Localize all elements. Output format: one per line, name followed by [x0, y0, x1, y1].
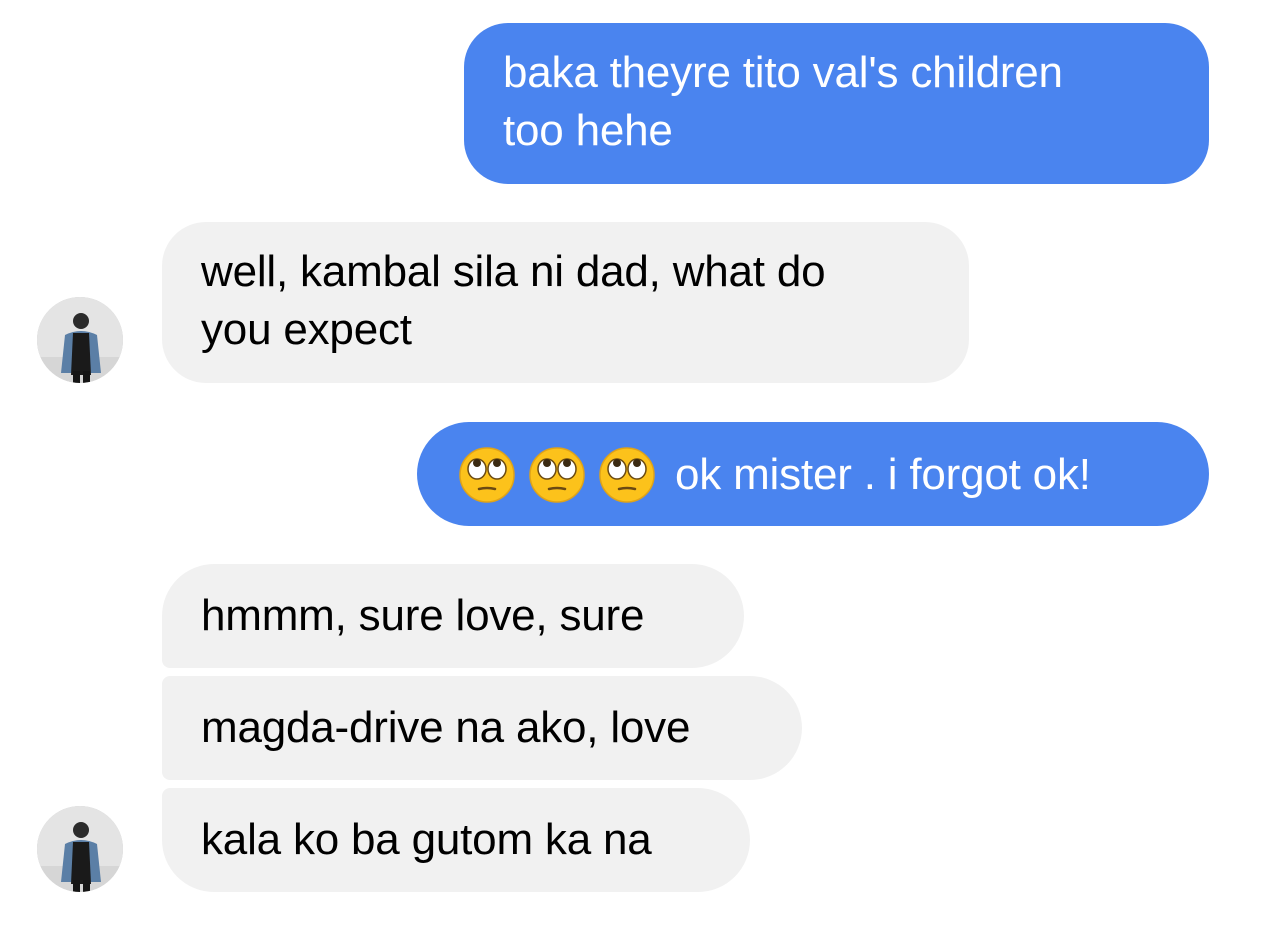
contact-photo-icon: [37, 806, 123, 892]
contact-photo-icon: [37, 297, 123, 383]
message-text: hmmm, sure love, sure: [201, 591, 645, 640]
message-text: ok mister . i forgot ok!: [675, 450, 1091, 499]
incoming-message-bubble[interactable]: well, kambal sila ni dad, what do you ex…: [162, 222, 969, 383]
message-text-line: baka theyre tito val's children: [503, 48, 1063, 97]
contact-avatar[interactable]: [37, 297, 123, 383]
incoming-message-bubble[interactable]: hmmm, sure love, sure: [162, 564, 744, 668]
outgoing-message-bubble[interactable]: baka theyre tito val's children too hehe: [464, 23, 1209, 184]
face-with-rolling-eyes-icon: [597, 445, 657, 505]
message-text: magda-drive na ako, love: [201, 703, 691, 752]
incoming-message-bubble[interactable]: kala ko ba gutom ka na: [162, 788, 750, 892]
contact-avatar[interactable]: [37, 806, 123, 892]
message-text-line: too hehe: [503, 106, 673, 155]
message-text-line: well, kambal sila ni dad, what do: [201, 247, 826, 296]
face-with-rolling-eyes-icon: [527, 445, 587, 505]
outgoing-message-bubble[interactable]: ok mister . i forgot ok!: [417, 422, 1209, 526]
message-text: kala ko ba gutom ka na: [201, 815, 652, 864]
message-text-line: you expect: [201, 305, 412, 354]
incoming-message-bubble[interactable]: magda-drive na ako, love: [162, 676, 802, 780]
face-with-rolling-eyes-icon: [457, 445, 517, 505]
